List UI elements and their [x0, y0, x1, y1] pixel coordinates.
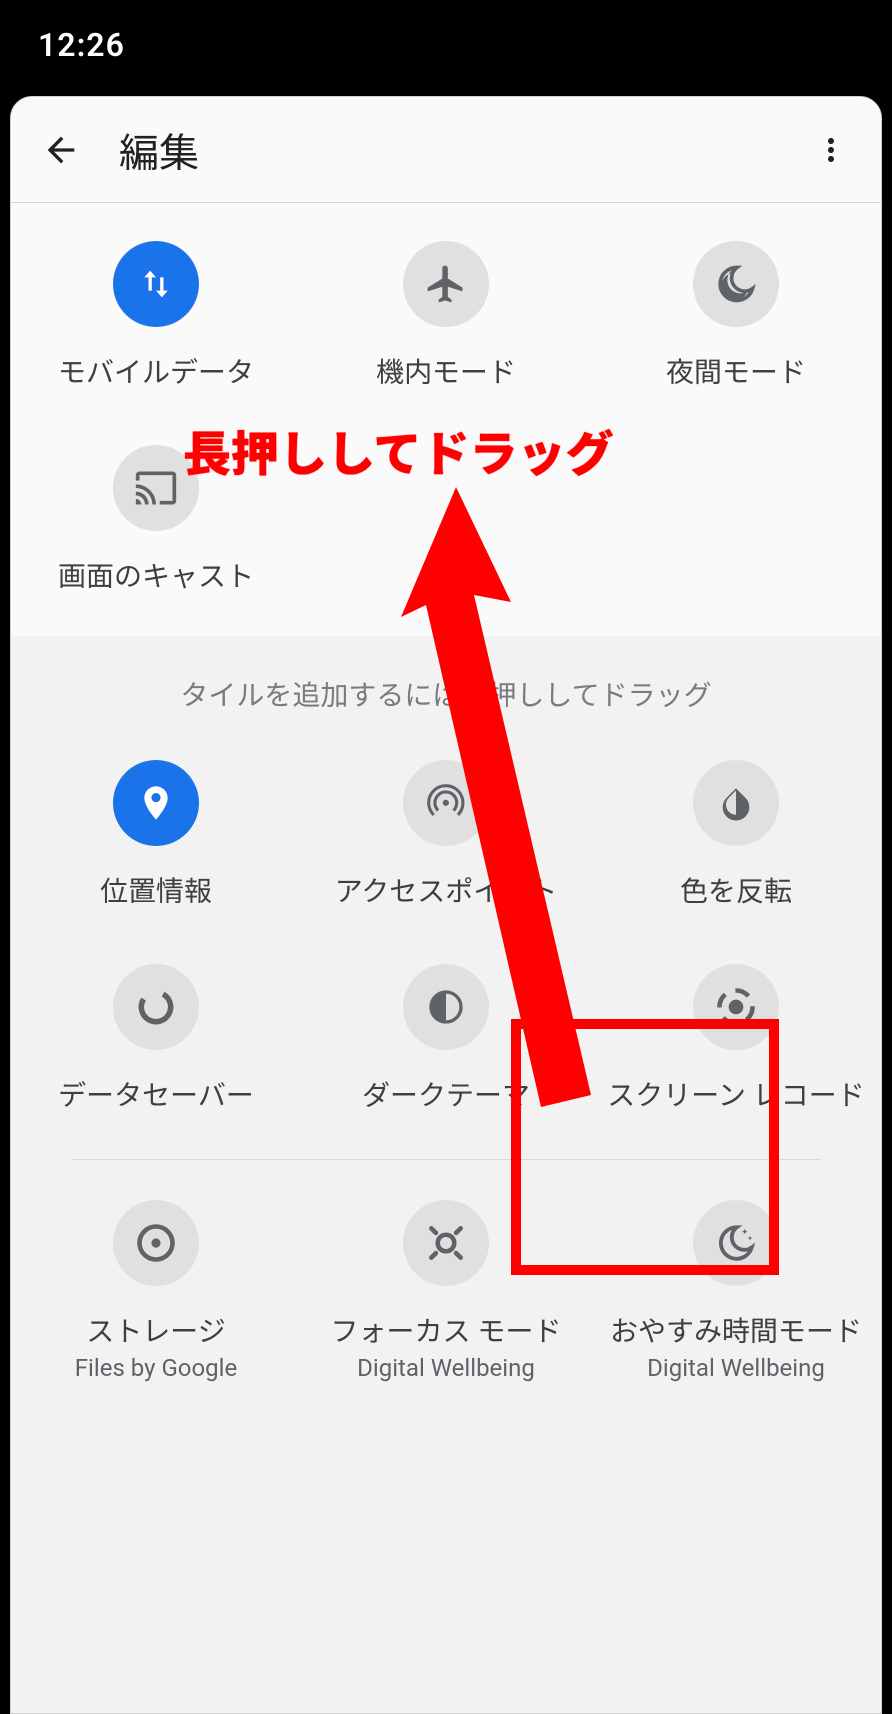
- tile-label: ストレージ: [86, 1314, 225, 1350]
- tile-sublabel: Files by Google: [75, 1354, 237, 1382]
- status-bar: 12:26: [0, 0, 892, 90]
- arrow-back-icon: [41, 130, 81, 170]
- annotation-arrow: [401, 487, 651, 1107]
- tile-label: 機内モード: [376, 355, 516, 391]
- annotation-text: 長押ししてドラッグ: [183, 415, 614, 485]
- tile-label: 夜間モード: [666, 355, 806, 391]
- tile-label: データセーバー: [58, 1078, 254, 1114]
- page-title: 編集: [119, 121, 199, 179]
- tile-mobile-data[interactable]: モバイルデータ: [11, 241, 301, 391]
- mobile-data-icon: [136, 264, 176, 304]
- location-icon: [136, 783, 176, 823]
- night-mode-icon: [714, 262, 758, 306]
- tile-storage[interactable]: ストレージ Files by Google: [11, 1200, 301, 1382]
- tile-label: モバイルデータ: [58, 355, 254, 391]
- tile-circle: [693, 760, 779, 846]
- tile-sublabel: Digital Wellbeing: [357, 1354, 535, 1382]
- tile-label: おやすみ時間モード: [610, 1314, 862, 1350]
- tile-circle: [693, 241, 779, 327]
- qs-edit-panel: 編集 モバイルデータ 機内モード 夜間モード: [10, 96, 882, 1714]
- tile-night-mode[interactable]: 夜間モード: [591, 241, 881, 391]
- tile-circle: [113, 964, 199, 1050]
- tile-label: 色を反転: [680, 874, 792, 910]
- tile-label: 位置情報: [100, 874, 212, 910]
- tile-circle: [403, 241, 489, 327]
- panel-header: 編集: [11, 97, 881, 203]
- tile-circle: [113, 760, 199, 846]
- tile-location[interactable]: 位置情報: [11, 760, 301, 910]
- tile-circle: [403, 1200, 489, 1286]
- back-button[interactable]: [31, 120, 91, 180]
- status-time: 12:26: [38, 26, 125, 64]
- overflow-menu-button[interactable]: [801, 120, 861, 180]
- tile-sublabel: Digital Wellbeing: [647, 1354, 825, 1382]
- tile-data-saver[interactable]: データセーバー: [11, 964, 301, 1114]
- tile-label: 画面のキャスト: [58, 559, 254, 595]
- tile-label: フォーカス モード: [331, 1314, 562, 1350]
- annotation-highlight-box: [511, 1019, 779, 1275]
- tile-circle: [113, 1200, 199, 1286]
- invert-colors-icon: [716, 783, 756, 823]
- cast-icon: [134, 466, 178, 510]
- airplane-icon: [424, 262, 468, 306]
- focus-mode-icon: [424, 1221, 468, 1265]
- data-saver-icon: [134, 985, 178, 1029]
- storage-icon: [134, 1221, 178, 1265]
- tile-circle: [113, 241, 199, 327]
- tile-airplane-mode[interactable]: 機内モード: [301, 241, 591, 391]
- more-vert-icon: [813, 132, 849, 168]
